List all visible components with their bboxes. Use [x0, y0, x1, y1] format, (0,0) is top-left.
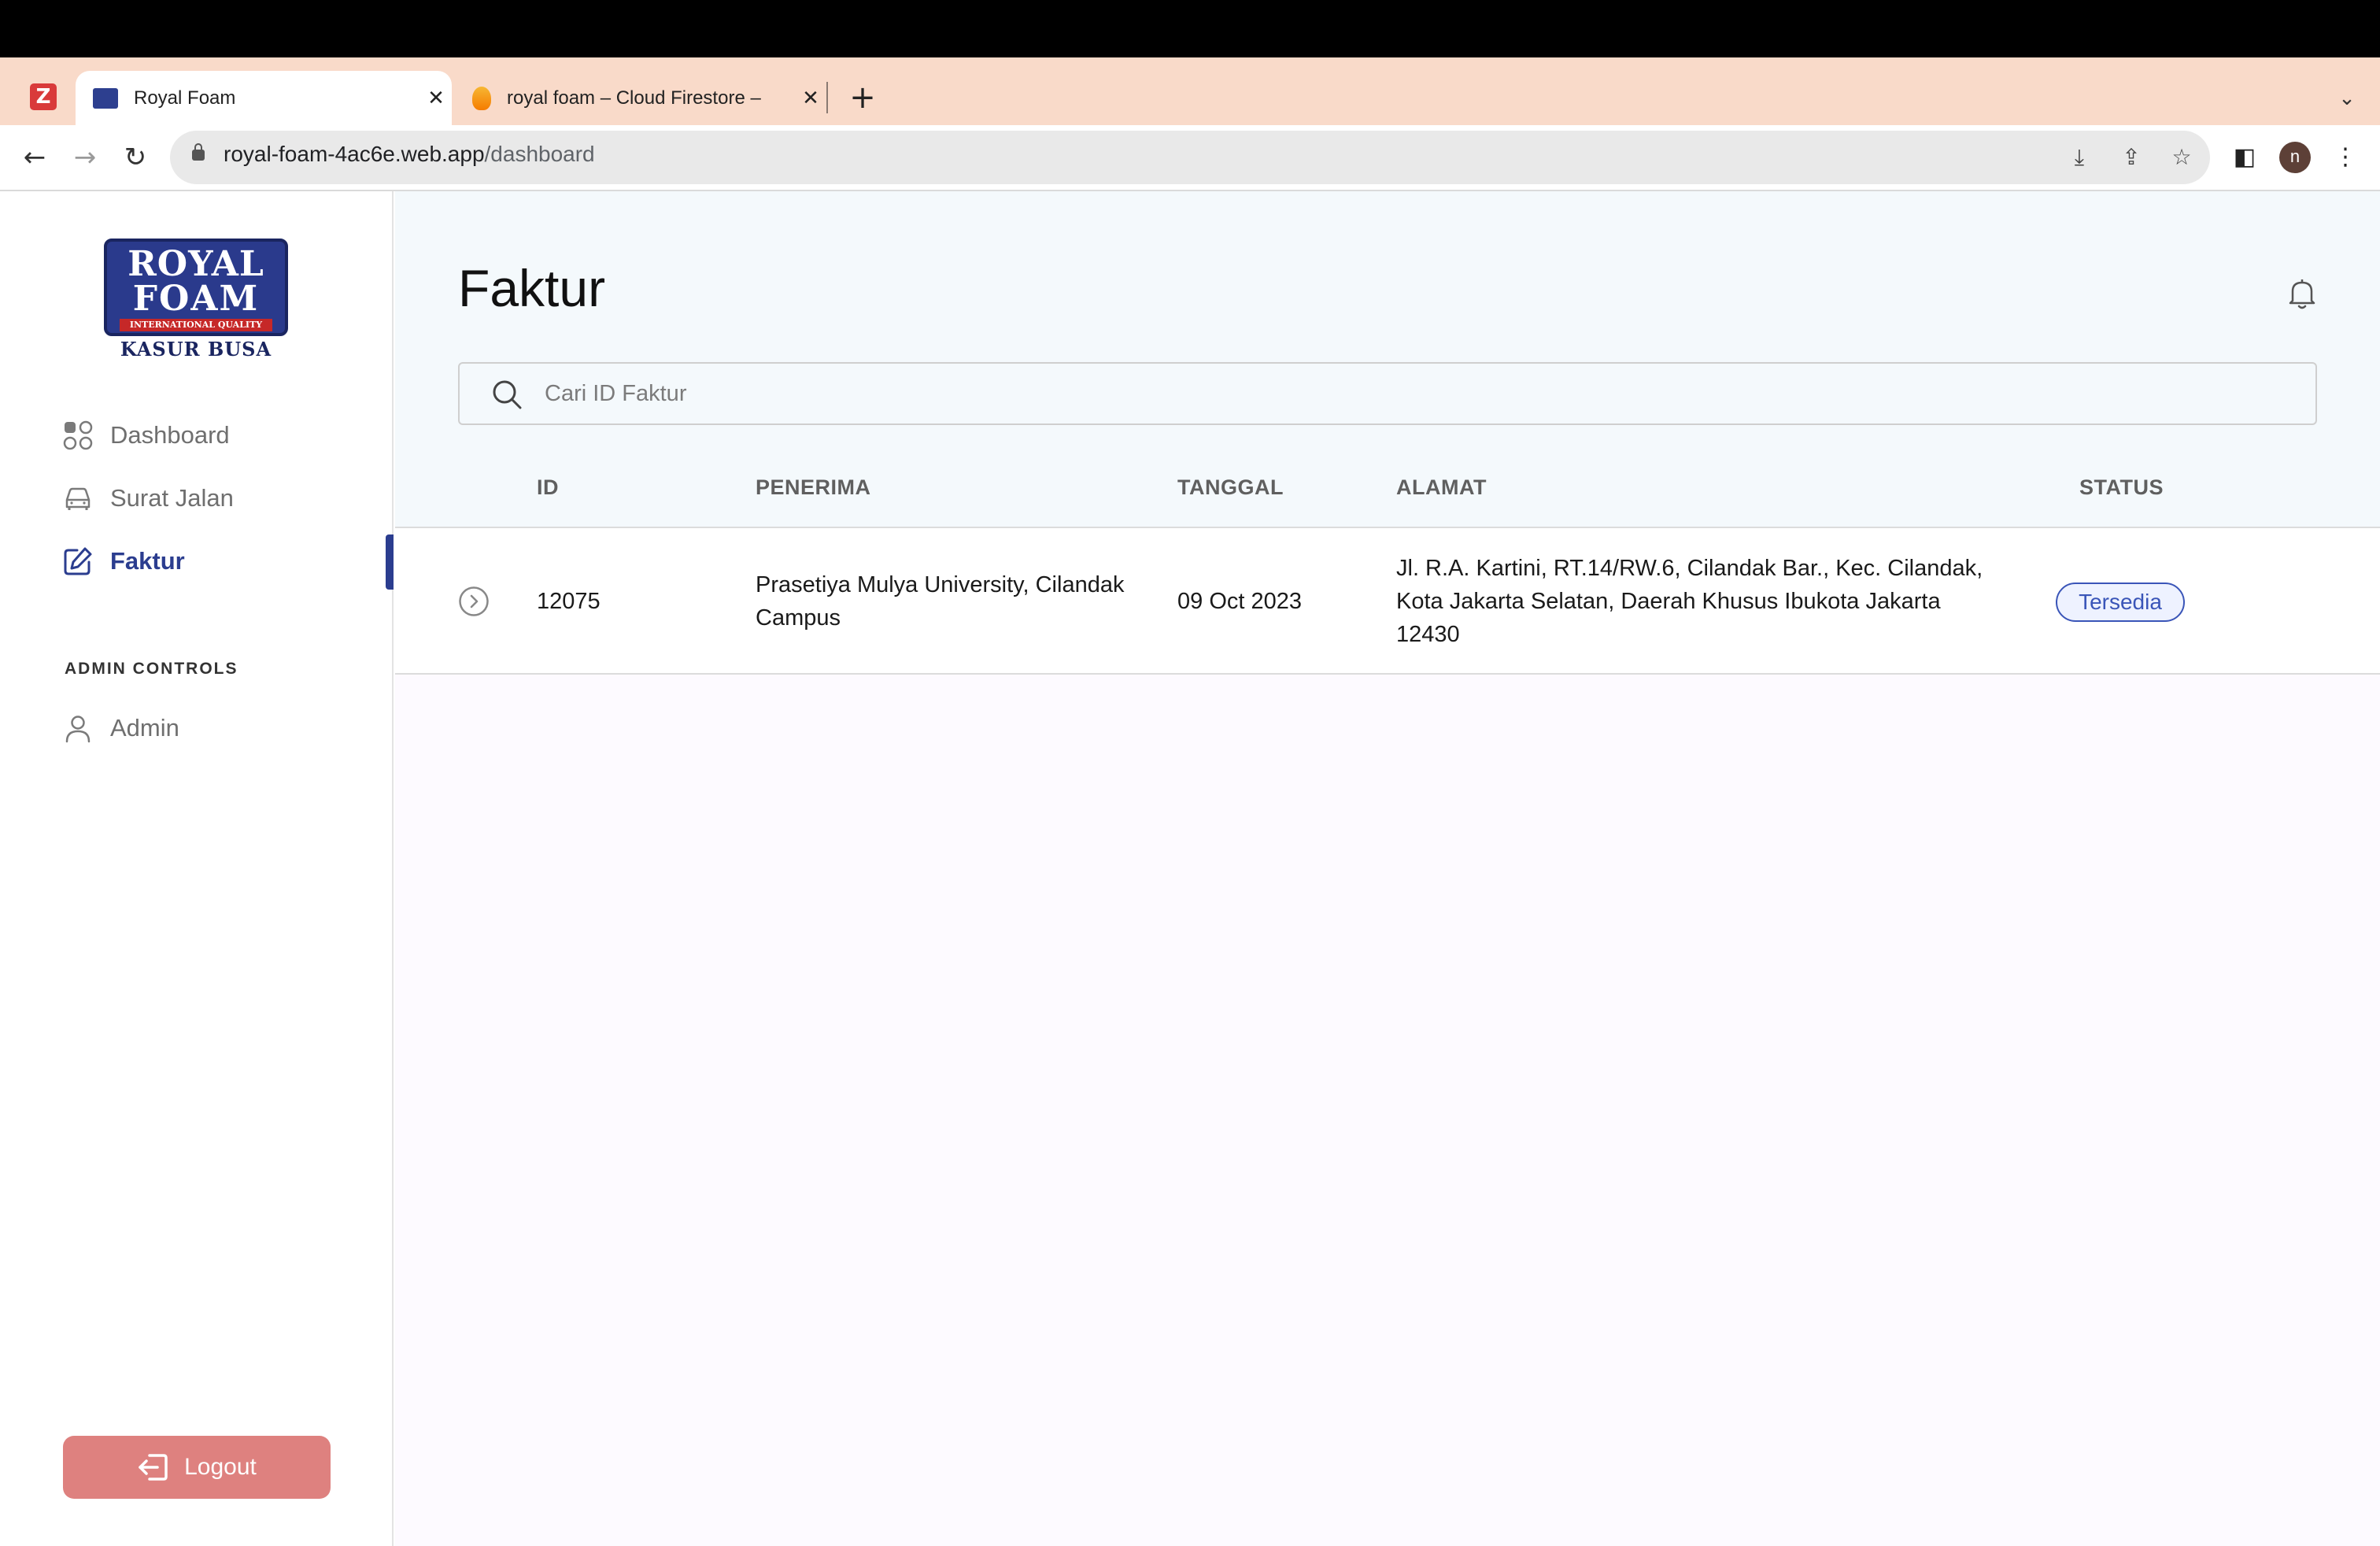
column-header-alamat[interactable]: ALAMAT [1396, 475, 1487, 500]
search-input[interactable] [545, 370, 2276, 417]
column-header-status[interactable]: STATUS [2079, 475, 2164, 500]
bell-icon[interactable] [2282, 274, 2322, 313]
grid-icon [61, 419, 94, 452]
install-app-icon[interactable]: ⤓ [2065, 143, 2094, 172]
edit-icon [61, 545, 94, 578]
logout-button[interactable]: Logout [63, 1436, 331, 1499]
share-icon[interactable]: ⇪ [2117, 143, 2145, 172]
profile-avatar[interactable]: n [2279, 142, 2311, 173]
car-icon [61, 482, 94, 515]
sidebar-item-faktur[interactable]: Faktur [61, 542, 185, 581]
logout-icon [137, 1451, 170, 1484]
cell-penerima-line1: Prasetiya Mulya University, Cilandak [756, 572, 1125, 597]
logo-badge: ROYAL FOAM INTERNATIONAL QUALITY [104, 239, 288, 336]
browser-tab-firestore[interactable]: royal foam – Cloud Firestore – ✕ [464, 71, 826, 125]
sidebar-item-label: Admin [110, 714, 179, 742]
search-icon [490, 377, 524, 412]
cell-alamat-line2: Kota Jakarta Selatan, Daerah Khusus Ibuk… [1396, 589, 1941, 614]
admin-controls-heading: ADMIN CONTROLS [65, 660, 238, 678]
sidebar-item-surat-jalan[interactable]: Surat Jalan [61, 479, 234, 518]
logo-quality-strip: INTERNATIONAL QUALITY [120, 319, 272, 331]
royal-foam-logo[interactable]: ROYAL FOAM INTERNATIONAL QUALITY KASUR B… [104, 239, 288, 361]
cell-alamat-line3: 12430 [1396, 622, 1460, 647]
bookmark-star-icon[interactable]: ☆ [2168, 143, 2196, 172]
reload-icon[interactable]: ↻ [116, 139, 154, 176]
sidebar-item-dashboard[interactable]: Dashboard [61, 416, 230, 455]
column-header-tanggal[interactable]: TANGGAL [1177, 475, 1284, 500]
logout-label: Logout [184, 1454, 257, 1480]
new-tab-icon[interactable]: + [847, 76, 878, 120]
page-title: Faktur [458, 259, 606, 317]
lock-icon[interactable] [192, 143, 205, 161]
active-nav-indicator [386, 534, 394, 590]
close-tab-icon[interactable]: ✕ [795, 87, 826, 110]
cell-id: 12075 [537, 589, 601, 614]
firebase-favicon-icon [472, 86, 491, 110]
tab-divider [826, 82, 828, 113]
browser-menu-icon[interactable]: ⋮ [2331, 143, 2360, 172]
cell-penerima-line2: Campus [756, 605, 841, 631]
close-tab-icon[interactable]: ✕ [420, 87, 452, 110]
sidebar-item-admin[interactable]: Admin [61, 708, 179, 748]
sidebar-item-label: Surat Jalan [110, 484, 234, 512]
expand-row-chevron-icon[interactable] [458, 586, 490, 617]
column-header-id[interactable]: ID [537, 475, 559, 500]
royal-foam-favicon-icon [93, 87, 118, 109]
user-icon [61, 712, 94, 745]
sidebar-item-label: Faktur [110, 547, 185, 575]
tab-search-chevron-icon[interactable]: ⌄ [2331, 79, 2363, 118]
forward-icon[interactable]: → [66, 139, 104, 176]
url-text[interactable]: royal-foam-4ac6e.web.app/dashboard [224, 142, 595, 167]
cell-alamat-line1: Jl. R.A. Kartini, RT.14/RW.6, Cilandak B… [1396, 556, 1983, 581]
cell-tanggal: 09 Oct 2023 [1177, 589, 1302, 614]
os-menu-bar [0, 0, 2380, 57]
tab-title: Royal Foam [134, 87, 236, 109]
back-icon[interactable]: ← [16, 139, 54, 176]
zotero-extension-icon[interactable]: Z [30, 83, 57, 110]
side-panel-icon[interactable]: ◧ [2230, 143, 2259, 172]
logo-text-foam: FOAM [132, 279, 260, 319]
sidebar [0, 191, 394, 1546]
sidebar-item-label: Dashboard [110, 421, 230, 449]
status-badge: Tersedia [2056, 583, 2185, 622]
logo-subtitle: KASUR BUSA [120, 338, 272, 361]
tab-title: royal foam – Cloud Firestore – [507, 87, 761, 109]
column-header-penerima[interactable]: PENERIMA [756, 475, 871, 500]
browser-tab-royal-foam[interactable]: Royal Foam ✕ [76, 71, 452, 125]
